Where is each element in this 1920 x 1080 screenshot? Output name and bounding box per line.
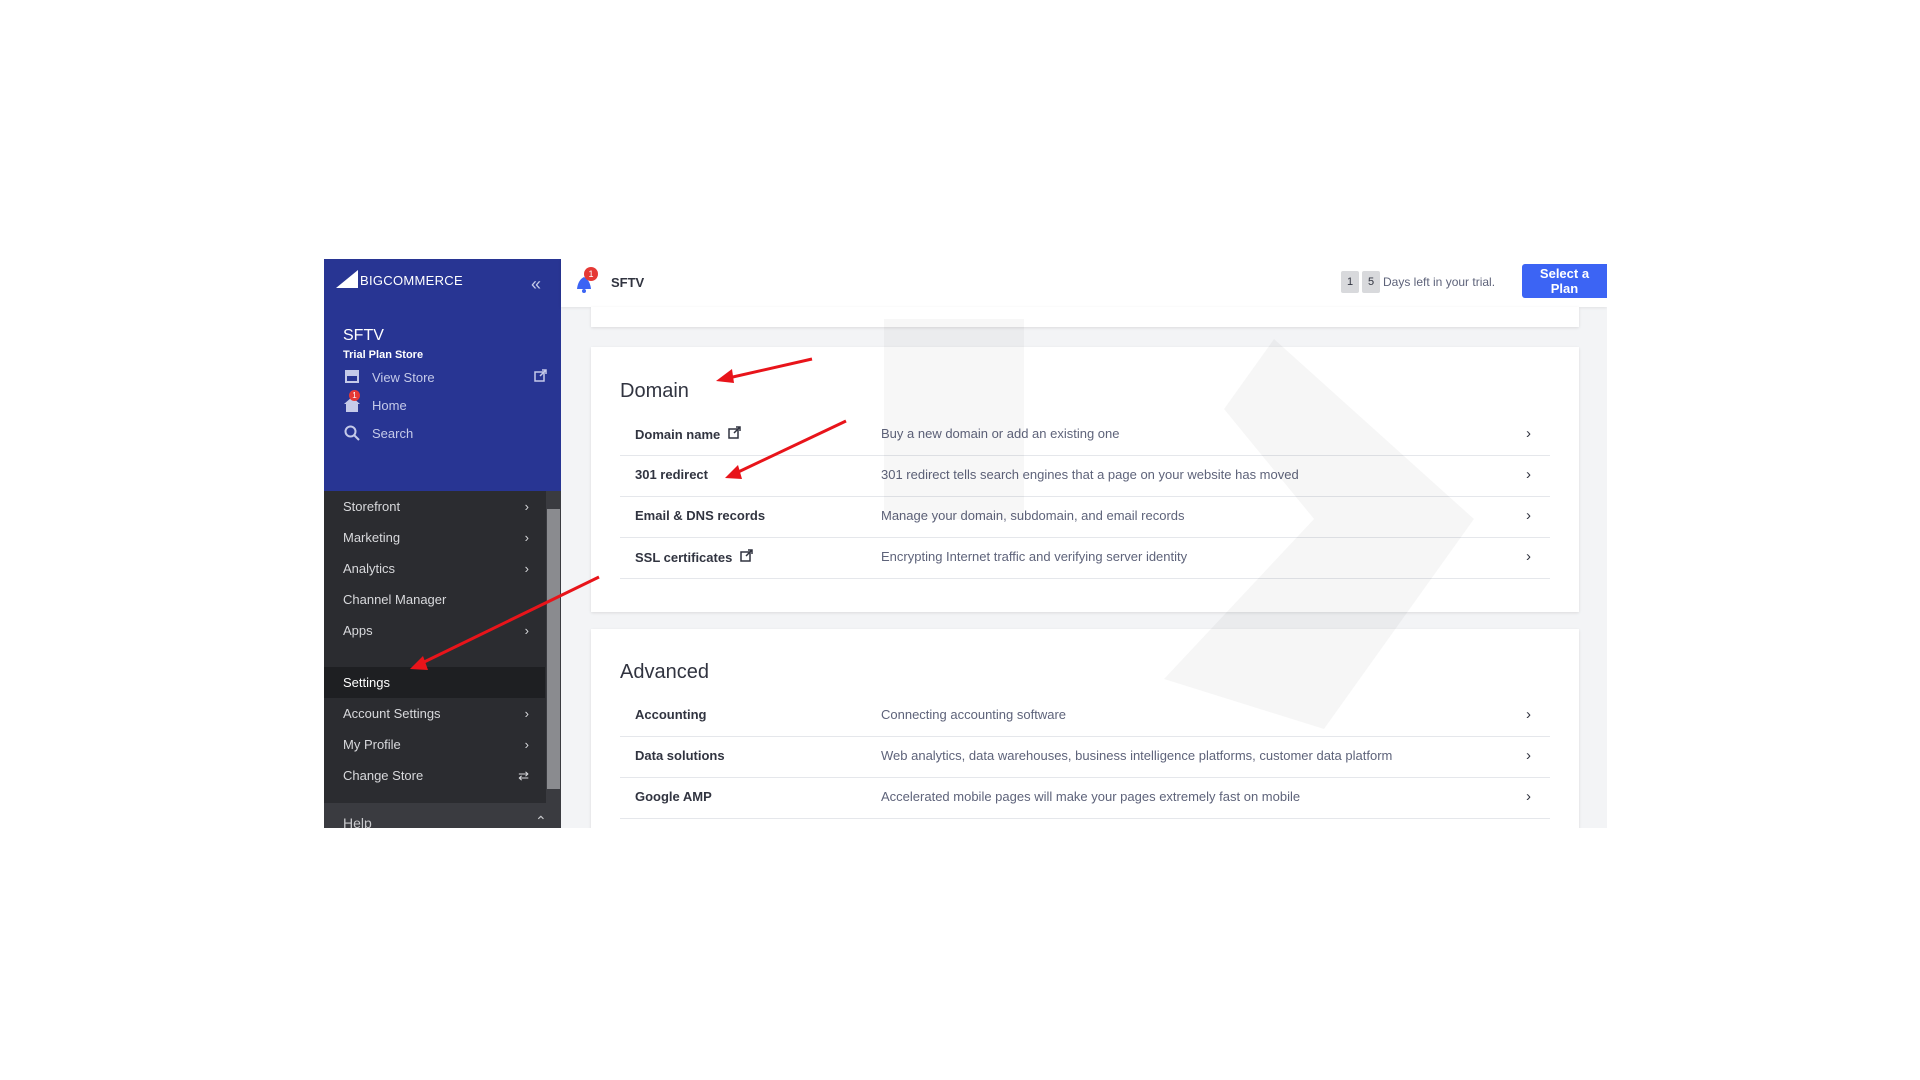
row-301-redirect[interactable]: 301 redirect 301 redirect tells search e… (620, 455, 1550, 497)
home-badge: 1 (349, 390, 360, 401)
row-data-solutions[interactable]: Data solutions Web analytics, data wareh… (620, 736, 1550, 778)
row-name: Accounting (635, 707, 707, 722)
help-section[interactable]: Help ⌃ (324, 803, 561, 828)
row-domain-name[interactable]: Domain name Buy a new domain or add an e… (620, 414, 1550, 456)
home-link[interactable]: 1 Home (344, 390, 407, 418)
trial-days-text: Days left in your trial. (1383, 275, 1496, 289)
help-label: Help (343, 815, 372, 828)
chevron-right-icon: › (524, 530, 529, 545)
chevron-right-icon: › (1526, 788, 1531, 805)
row-name: Data solutions (635, 748, 725, 763)
search-label: Search (372, 425, 414, 441)
row-name: Email & DNS records (635, 508, 766, 523)
sidebar-item-marketing[interactable]: Marketing › (324, 522, 545, 553)
chevron-right-icon: › (1526, 507, 1531, 524)
sidebar-item-channel-manager[interactable]: Channel Manager (324, 584, 545, 615)
store-plan: Trial Plan Store (343, 349, 424, 361)
chevron-right-icon: › (524, 561, 529, 576)
external-link-icon (740, 549, 754, 565)
row-description: Accelerated mobile pages will make your … (881, 789, 1301, 804)
row-accounting[interactable]: Accounting Connecting accounting softwar… (620, 695, 1550, 737)
search-link[interactable]: Search (344, 420, 413, 446)
row-description: Connecting accounting software (881, 707, 1067, 722)
trial-digit: 1 (1341, 271, 1359, 293)
settings-content: Domain Domain name Buy a new domain or a… (561, 307, 1607, 828)
sidebar-item-analytics[interactable]: Analytics › (324, 553, 545, 584)
select-plan-button[interactable]: Select a Plan (1522, 264, 1607, 298)
trial-digit: 5 (1362, 271, 1380, 293)
reflection-fade (324, 828, 1607, 1080)
notification-bell-icon[interactable]: 1 (574, 267, 598, 294)
store-name: SFTV (343, 327, 384, 344)
swap-icon: ⇄ (518, 767, 529, 783)
home-label: Home (372, 397, 407, 413)
sidebar-item-apps[interactable]: Apps › (324, 615, 545, 646)
bigcommerce-logo[interactable]: BIGCOMMERCE (336, 270, 463, 288)
sidebar-item-label: Apps (343, 623, 373, 638)
sidebar-item-storefront[interactable]: Storefront › (324, 491, 545, 522)
row-name-text: Domain name (635, 426, 721, 442)
app-window: BIGCOMMERCE « SFTV Trial Plan Store View… (324, 259, 1607, 828)
chevron-right-icon: › (1526, 425, 1531, 442)
sidebar: BIGCOMMERCE « SFTV Trial Plan Store View… (324, 259, 561, 828)
external-link-icon (534, 369, 547, 387)
collapse-sidebar-icon[interactable]: « (531, 275, 541, 293)
home-icon: 1 (344, 390, 362, 413)
topbar-store-name: SFTV (611, 275, 645, 290)
sidebar-item-label: My Profile (343, 737, 401, 752)
notification-count-badge: 1 (584, 267, 598, 281)
sidebar-item-account-settings[interactable]: Account Settings › (324, 698, 545, 729)
chevron-right-icon: › (1526, 466, 1531, 483)
sidebar-item-label: Storefront (343, 499, 401, 514)
sidebar-item-settings[interactable]: Settings (324, 667, 545, 698)
view-store-label: View Store (372, 369, 435, 385)
sidebar-item-label: Marketing (343, 530, 401, 545)
storefront-icon (344, 369, 362, 385)
sidebar-item-my-profile[interactable]: My Profile › (324, 729, 545, 760)
sidebar-item-change-store[interactable]: Change Store ⇄ (324, 760, 545, 791)
sidebar-item-label: Channel Manager (343, 592, 447, 607)
sidebar-item-label: Settings (343, 675, 390, 690)
row-name: Domain name (635, 426, 741, 442)
row-description: Encrypting Internet traffic and verifyin… (881, 549, 1188, 564)
top-bar: 1 SFTV 1 5 Days left in your trial. Sele… (561, 259, 1607, 307)
chevron-right-icon: › (1526, 747, 1531, 764)
row-description: Manage your domain, subdomain, and email… (881, 508, 1185, 523)
chevron-right-icon: › (524, 706, 529, 721)
logo-text: BIGCOMMERCE (360, 273, 463, 288)
external-link-icon (728, 426, 741, 442)
row-name: SSL certificates (635, 549, 754, 565)
previous-card (591, 307, 1579, 327)
advanced-card: Advanced Accounting Connecting accountin… (591, 629, 1579, 828)
chevron-right-icon: › (524, 737, 529, 752)
view-store-link[interactable]: View Store (344, 364, 435, 390)
chevron-up-down-icon: ⌃ (535, 813, 547, 828)
row-ssl-certificates[interactable]: SSL certificates Encrypting Internet tra… (620, 537, 1550, 579)
bigcommerce-logo-icon (336, 270, 358, 288)
sidebar-scrollbar-thumb[interactable] (547, 509, 560, 789)
sidebar-item-label: Analytics (343, 561, 396, 576)
row-description: Buy a new domain or add an existing one (881, 426, 1120, 441)
row-description: Web analytics, data warehouses, business… (881, 748, 1393, 763)
row-email-dns[interactable]: Email & DNS records Manage your domain, … (620, 496, 1550, 538)
sidebar-header: BIGCOMMERCE « SFTV Trial Plan Store View… (324, 259, 561, 491)
search-icon (344, 425, 362, 441)
sidebar-item-label: Change Store (343, 768, 424, 783)
sidebar-menu: Storefront › Marketing › Analytics › Cha… (324, 491, 545, 791)
window-reflection: BIGCOMMERCE « SFTV Trial Plan Store View… (324, 828, 1607, 1080)
row-name-text: SSL certificates (635, 549, 733, 565)
chevron-right-icon: › (524, 623, 529, 638)
row-name: 301 redirect (635, 467, 708, 482)
chevron-right-icon: › (1526, 548, 1531, 565)
domain-card: Domain Domain name Buy a new domain or a… (591, 347, 1579, 612)
chevron-right-icon: › (1526, 706, 1531, 723)
sidebar-item-label: Account Settings (343, 706, 441, 721)
row-description: 301 redirect tells search engines that a… (881, 467, 1299, 482)
row-google-amp[interactable]: Google AMP Accelerated mobile pages will… (620, 777, 1550, 819)
domain-title: Domain (620, 380, 689, 402)
advanced-title: Advanced (620, 661, 709, 683)
row-name: Google AMP (635, 789, 712, 804)
chevron-right-icon: › (524, 499, 529, 514)
